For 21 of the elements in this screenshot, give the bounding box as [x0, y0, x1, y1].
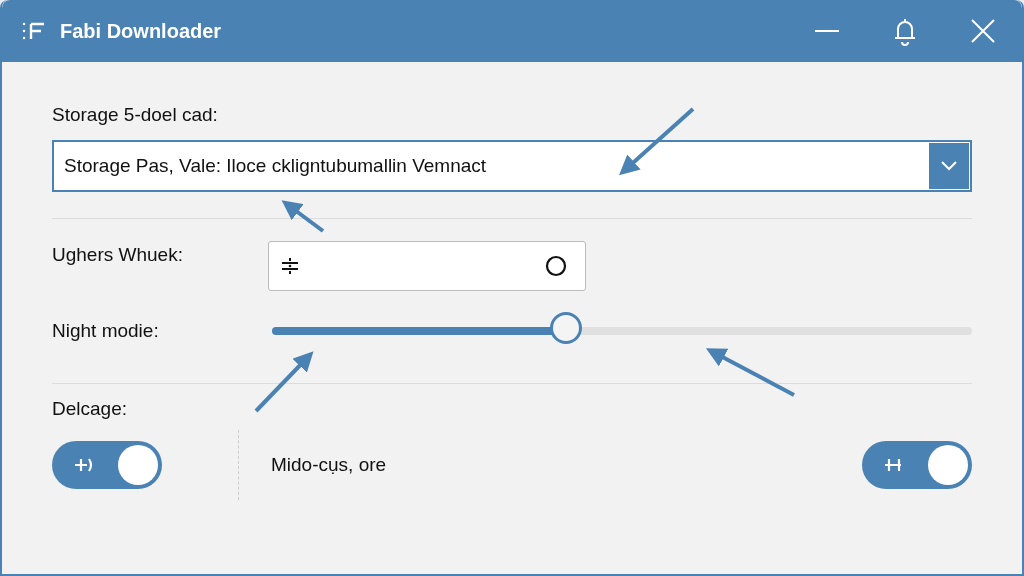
- field-label: Storage 5-doel cad:: [52, 104, 219, 126]
- slider-thumb[interactable]: [550, 312, 582, 344]
- plus-glyph-icon: [74, 456, 94, 474]
- toggle-switch[interactable]: [862, 441, 972, 489]
- circle-icon: [545, 255, 567, 277]
- h-glyph-icon: [884, 456, 904, 474]
- input-field[interactable]: [268, 241, 586, 291]
- toggle-switch[interactable]: [52, 441, 162, 489]
- menu-icon[interactable]: [22, 21, 46, 41]
- equals-dot-icon: [281, 256, 299, 276]
- annotation-arrow: [254, 351, 314, 413]
- option-label: Mido-cụs, ore: [271, 454, 387, 476]
- field-label: Ughers Whuek:: [52, 244, 184, 266]
- field-label: Night modie:: [52, 320, 160, 342]
- close-icon[interactable]: [970, 18, 996, 44]
- dropdown[interactable]: Storage Pas, Vale: Iloce ckligntubumallin Vemnact: [52, 140, 972, 192]
- bell-icon[interactable]: [892, 16, 918, 46]
- section-label: Delcage:: [52, 398, 128, 420]
- annotation-arrow: [281, 200, 325, 233]
- window-title: Fabi Downloader: [60, 19, 222, 43]
- chevron-icon[interactable]: [940, 160, 958, 172]
